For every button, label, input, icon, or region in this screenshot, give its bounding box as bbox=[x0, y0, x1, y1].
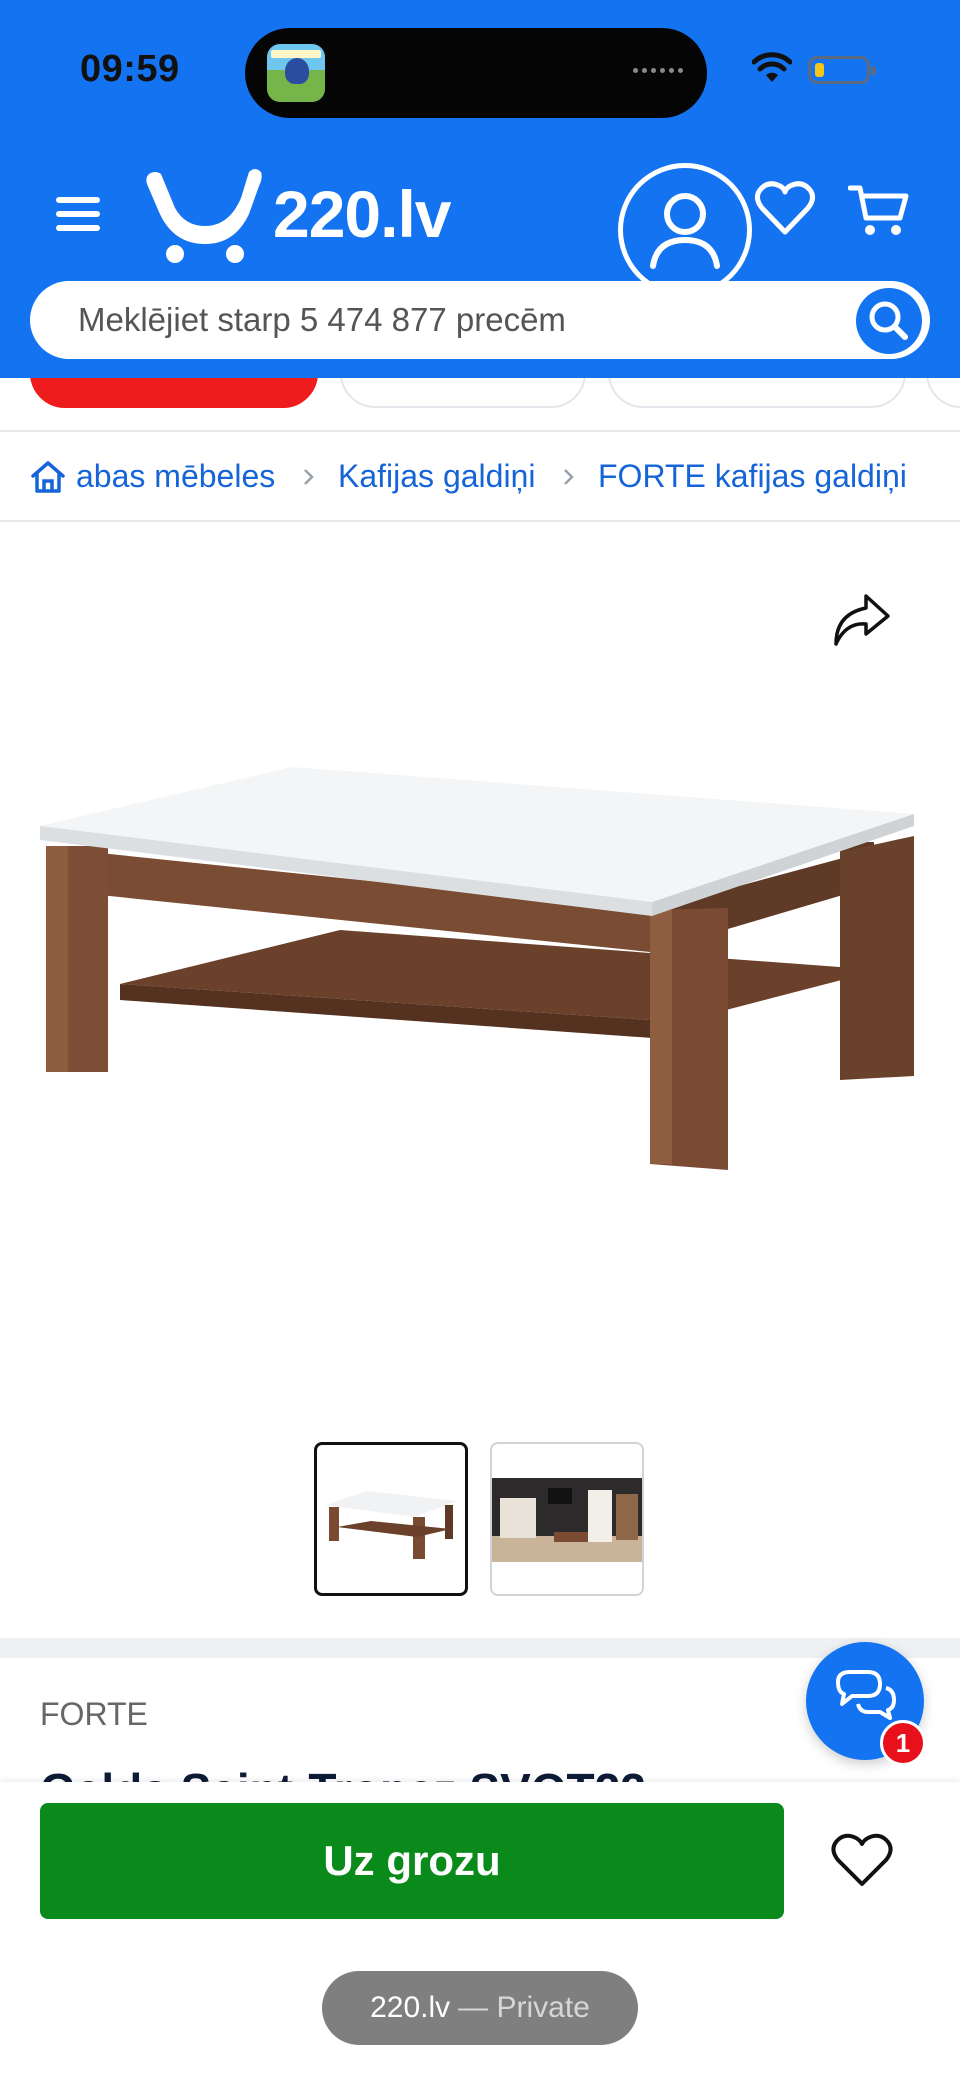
promo-chip[interactable] bbox=[30, 378, 318, 408]
thumbnail-room-image bbox=[492, 1478, 642, 1562]
product-page: 09:59 220.lv Meklējiet starp 5 474 877 p… bbox=[0, 0, 960, 2081]
product-title: Galds Saint-Tropez SVOT22 bbox=[40, 1760, 646, 1782]
category-chips bbox=[0, 378, 960, 408]
battery-icon bbox=[808, 56, 876, 84]
menu-icon[interactable] bbox=[56, 197, 100, 231]
product-main-image[interactable] bbox=[40, 760, 920, 1180]
live-activity-app-icon bbox=[267, 44, 325, 102]
thumbnail-2[interactable] bbox=[490, 1442, 644, 1596]
chat-unread-badge: 1 bbox=[880, 1720, 926, 1766]
breadcrumb-item[interactable]: Kafijas galdiņi bbox=[338, 458, 535, 495]
logo-text: 220.lv bbox=[273, 177, 451, 251]
wishlist-heart-icon[interactable] bbox=[754, 178, 816, 240]
breadcrumb-item[interactable]: abas mēbeles bbox=[76, 458, 275, 495]
breadcrumb: abas mēbeles Kafijas galdiņi FORTE kafij… bbox=[0, 432, 960, 522]
search-icon bbox=[869, 301, 908, 340]
island-dots-icon bbox=[633, 68, 683, 73]
home-icon[interactable] bbox=[30, 460, 66, 494]
browser-address-pill[interactable]: 220.lv — Private bbox=[322, 1971, 638, 2045]
site-logo[interactable]: 220.lv bbox=[145, 164, 451, 264]
search-button[interactable] bbox=[856, 288, 922, 354]
category-chip[interactable] bbox=[926, 378, 960, 408]
browser-domain: 220.lv bbox=[370, 1991, 451, 2024]
breadcrumb-item[interactable]: FORTE kafijas galdiņi bbox=[598, 458, 907, 495]
logo-cart-icon bbox=[146, 169, 262, 263]
user-icon bbox=[650, 193, 720, 269]
status-time: 09:59 bbox=[80, 48, 180, 90]
chevron-right-icon bbox=[564, 469, 574, 485]
account-button[interactable] bbox=[618, 163, 752, 297]
product-brand[interactable]: FORTE bbox=[40, 1696, 148, 1733]
chevron-right-icon bbox=[304, 469, 314, 485]
wifi-icon bbox=[752, 52, 792, 82]
site-header: 09:59 220.lv Meklējiet starp 5 474 877 p… bbox=[0, 0, 960, 378]
thumbnail-1[interactable] bbox=[314, 1442, 468, 1596]
dynamic-island bbox=[245, 28, 707, 118]
category-chip[interactable] bbox=[340, 378, 586, 408]
search-input[interactable] bbox=[78, 281, 838, 359]
browser-mode: — Private bbox=[458, 1991, 590, 2024]
thumbnail-table-image bbox=[325, 1491, 457, 1559]
add-to-wishlist-heart-icon[interactable] bbox=[830, 1832, 894, 1890]
divider bbox=[0, 520, 960, 522]
cart-icon[interactable] bbox=[848, 180, 910, 242]
add-to-cart-button[interactable]: Uz grozu bbox=[40, 1803, 784, 1919]
share-icon[interactable] bbox=[830, 588, 894, 652]
category-chip[interactable] bbox=[608, 378, 906, 408]
search-bar bbox=[30, 281, 930, 359]
